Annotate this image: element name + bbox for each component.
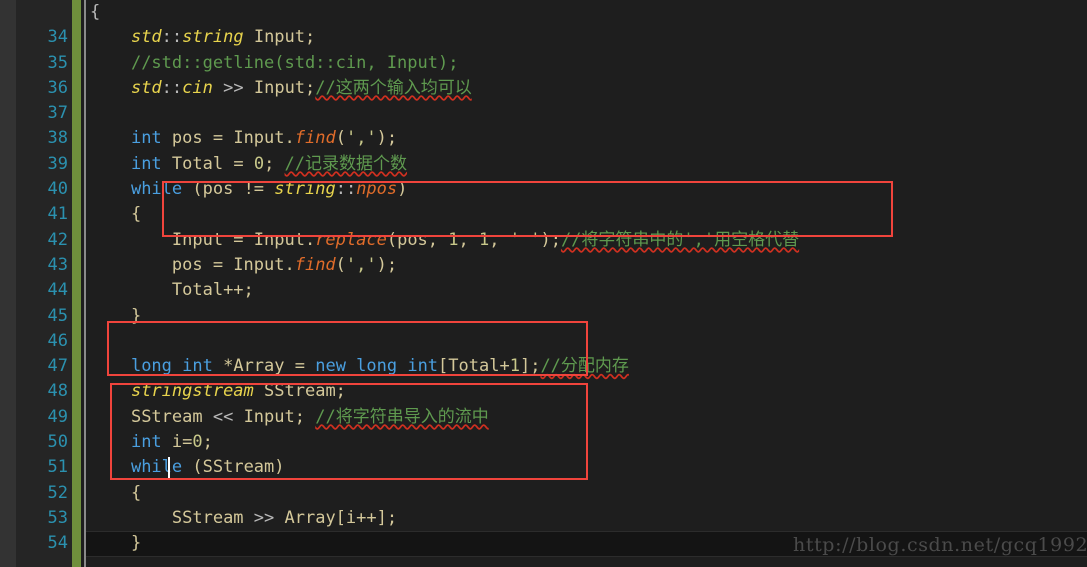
code-row[interactable]: 34 {	[0, 0, 1087, 47]
code-row[interactable]: 50 SStream << Input; //将字符串导入的流中	[0, 405, 1087, 452]
code-text[interactable]: int pos = Input.find(',');	[90, 126, 397, 151]
code-row[interactable]: 49 stringstream SStream;	[0, 379, 1087, 426]
code-row[interactable]: 48 long int *Array = new long int[Total+…	[0, 354, 1087, 401]
code-text[interactable]: while (SStream)	[90, 455, 285, 480]
code-row[interactable]: 39 int pos = Input.find(',');	[0, 126, 1087, 173]
code-row[interactable]: 38	[0, 101, 1087, 148]
code-row[interactable]: 45 Total++;	[0, 278, 1087, 325]
comment-line-36: //std::getline(std::cin, Input);	[130, 52, 459, 73]
code-text[interactable]: long int *Array = new long int[Total+1];…	[90, 354, 629, 379]
code-text[interactable]	[90, 557, 100, 567]
code-row[interactable]: 40 int Total = 0; //记录数据个数	[0, 152, 1087, 199]
code-text[interactable]: std::string Input;	[90, 25, 315, 50]
code-text[interactable]	[90, 329, 100, 354]
code-text[interactable]: while (pos != string::npos)	[90, 177, 407, 202]
code-text[interactable]: Input = Input.replace(pos, 1, 1, ' ');//…	[90, 228, 799, 253]
code-text[interactable]: Total++;	[90, 278, 254, 303]
code-row[interactable]: 53 {	[0, 481, 1087, 528]
code-text[interactable]: SStream << Input; //将字符串导入的流中	[90, 405, 489, 430]
code-row[interactable]: 42 {	[0, 202, 1087, 249]
comment-line-50: //将字符串导入的流中	[315, 406, 489, 427]
code-row[interactable]: 44 pos = Input.find(',');	[0, 253, 1087, 300]
code-row[interactable]: 46 }	[0, 304, 1087, 351]
watermark: http://blog.csdn.net/gcq1992	[793, 534, 1087, 556]
code-editor[interactable]: 34 { 35 std::string Input; 36 //std::get…	[0, 0, 1087, 567]
code-text[interactable]: stringstream SStream;	[90, 379, 346, 404]
comment-line-43: //将字符串中的','用空格代替	[560, 229, 800, 250]
code-text[interactable]: pos = Input.find(',');	[90, 253, 397, 278]
code-text[interactable]: }	[90, 304, 141, 329]
code-row[interactable]: 36 //std::getline(std::cin, Input);	[0, 51, 1087, 98]
code-row[interactable]: 54 SStream >> Array[i++];	[0, 506, 1087, 553]
code-row[interactable]: 51 int i=0;	[0, 430, 1087, 477]
text-caret	[168, 457, 170, 478]
code-row[interactable]: 41 while (pos != string::npos)	[0, 177, 1087, 224]
code-text[interactable]: SStream >> Array[i++];	[90, 506, 397, 531]
code-text[interactable]: {	[90, 202, 141, 227]
code-text[interactable]: {	[90, 481, 141, 506]
code-text[interactable]	[90, 101, 100, 126]
code-lines[interactable]: 34 { 35 std::string Input; 36 //std::get…	[0, 0, 1087, 567]
code-text[interactable]: }	[90, 531, 141, 556]
code-text[interactable]: int Total = 0; //记录数据个数	[90, 152, 407, 177]
comment-line-37: //这两个输入均可以	[315, 77, 472, 98]
code-row[interactable]: 47	[0, 329, 1087, 376]
comment-line-40: //记录数据个数	[284, 153, 408, 174]
code-text[interactable]: std::cin >> Input;//这两个输入均可以	[90, 76, 472, 101]
code-text[interactable]: int i=0;	[90, 430, 213, 455]
code-row[interactable]: 52 while (SStream)	[0, 455, 1087, 502]
comment-line-48: //分配内存	[540, 356, 629, 377]
code-text[interactable]: //std::getline(std::cin, Input);	[90, 51, 459, 76]
code-row[interactable]: 43 Input = Input.replace(pos, 1, 1, ' ')…	[0, 228, 1087, 275]
code-text[interactable]: {	[90, 0, 100, 25]
code-row[interactable]: 37 std::cin >> Input;//这两个输入均可以	[0, 76, 1087, 123]
code-row[interactable]: 35 std::string Input;	[0, 25, 1087, 72]
